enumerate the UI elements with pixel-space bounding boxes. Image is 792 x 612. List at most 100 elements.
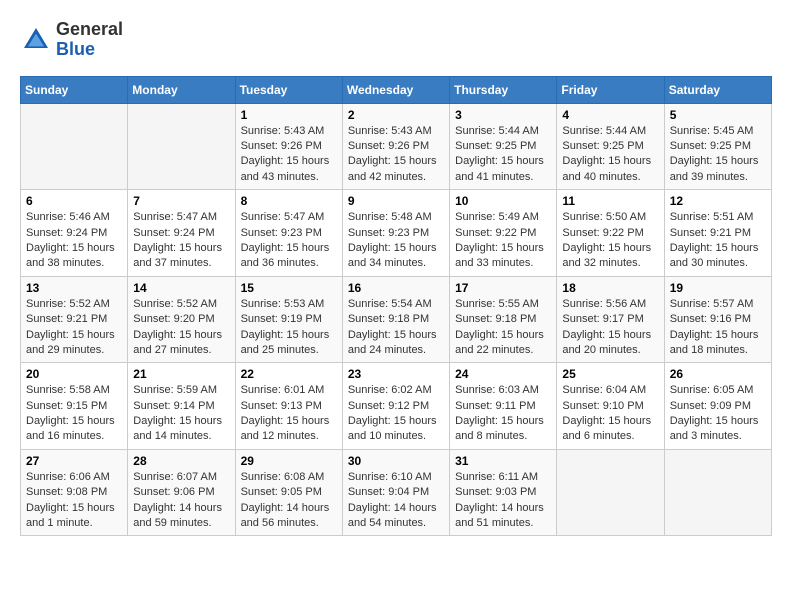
calendar-cell: 28Sunrise: 6:07 AM Sunset: 9:06 PM Dayli… bbox=[128, 449, 235, 536]
calendar-cell: 3Sunrise: 5:44 AM Sunset: 9:25 PM Daylig… bbox=[450, 103, 557, 190]
weekday-header-thursday: Thursday bbox=[450, 76, 557, 103]
day-info: Sunrise: 6:08 AM Sunset: 9:05 PM Dayligh… bbox=[241, 470, 337, 532]
calendar-cell: 7 Sunrise: 5:47 AM Sunset: 9:24 PM Daylig… bbox=[128, 190, 235, 277]
day-info: Sunrise: 6:10 AM Sunset: 9:04 PM Dayligh… bbox=[348, 470, 444, 532]
day-number: 16 bbox=[348, 281, 444, 295]
calendar-cell: 25Sunrise: 6:04 AM Sunset: 9:10 PM Dayli… bbox=[557, 363, 664, 450]
day-info: Sunrise: 5:43 AM Sunset: 9:26 PM Dayligh… bbox=[348, 124, 444, 186]
weekday-header-friday: Friday bbox=[557, 76, 664, 103]
calendar-cell: 15 Sunrise: 5:53 AM Sunset: 9:19 PM Dayli… bbox=[235, 276, 342, 363]
calendar-cell: 19 Sunrise: 5:57 AM Sunset: 9:16 PM Dayli… bbox=[664, 276, 771, 363]
day-number: 8 bbox=[241, 194, 337, 208]
calendar-cell: 21Sunrise: 5:59 AM Sunset: 9:14 PM Dayli… bbox=[128, 363, 235, 450]
day-number: 19 bbox=[670, 281, 766, 295]
day-number: 25 bbox=[562, 367, 658, 381]
day-info: Sunrise: 6:06 AM Sunset: 9:08 PM Dayligh… bbox=[26, 470, 122, 532]
day-number: 26 bbox=[670, 367, 766, 381]
calendar-cell bbox=[557, 449, 664, 536]
calendar-cell: 2 Sunrise: 5:43 AM Sunset: 9:26 PM Daylig… bbox=[342, 103, 449, 190]
day-info: Sunrise: 6:03 AM Sunset: 9:11 PM Dayligh… bbox=[455, 383, 551, 445]
day-number: 1 bbox=[241, 108, 337, 122]
day-info: Sunrise: 6:05 AM Sunset: 9:09 PM Dayligh… bbox=[670, 383, 766, 445]
calendar-cell: 1 Sunrise: 5:43 AM Sunset: 9:26 PM Daylig… bbox=[235, 103, 342, 190]
day-info: Sunrise: 5:53 AM Sunset: 9:19 PM Dayligh… bbox=[241, 297, 337, 359]
day-number: 15 bbox=[241, 281, 337, 295]
day-number: 23 bbox=[348, 367, 444, 381]
weekday-header-sunday: Sunday bbox=[21, 76, 128, 103]
day-number: 30 bbox=[348, 454, 444, 468]
calendar-cell: 24 Sunrise: 6:03 AM Sunset: 9:11 PM Dayli… bbox=[450, 363, 557, 450]
day-info: Sunrise: 5:55 AM Sunset: 9:18 PM Dayligh… bbox=[455, 297, 551, 359]
calendar-cell: 22 Sunrise: 6:01 AM Sunset: 9:13 PM Dayli… bbox=[235, 363, 342, 450]
day-number: 14 bbox=[133, 281, 229, 295]
day-info: Sunrise: 5:48 AM Sunset: 9:23 PM Dayligh… bbox=[348, 210, 444, 272]
calendar-cell: 13 Sunrise: 5:52 AM Sunset: 9:21 PM Dayli… bbox=[21, 276, 128, 363]
calendar-cell: 12 Sunrise: 5:51 AM Sunset: 9:21 PM Dayli… bbox=[664, 190, 771, 277]
day-number: 4 bbox=[562, 108, 658, 122]
calendar-table: SundayMondayTuesdayWednesdayThursdayFrid… bbox=[20, 76, 772, 537]
weekday-header-monday: Monday bbox=[128, 76, 235, 103]
calendar-cell bbox=[664, 449, 771, 536]
day-number: 27 bbox=[26, 454, 122, 468]
calendar-cell: 8 Sunrise: 5:47 AM Sunset: 9:23 PM Daylig… bbox=[235, 190, 342, 277]
day-number: 13 bbox=[26, 281, 122, 295]
calendar-cell: 29Sunrise: 6:08 AM Sunset: 9:05 PM Dayli… bbox=[235, 449, 342, 536]
day-number: 22 bbox=[241, 367, 337, 381]
calendar-cell: 10 Sunrise: 5:49 AM Sunset: 9:22 PM Dayli… bbox=[450, 190, 557, 277]
page-header: General Blue bbox=[20, 20, 772, 60]
day-info: Sunrise: 5:52 AM Sunset: 9:21 PM Dayligh… bbox=[26, 297, 122, 359]
day-info: Sunrise: 5:46 AM Sunset: 9:24 PM Dayligh… bbox=[26, 210, 122, 272]
day-info: Sunrise: 5:57 AM Sunset: 9:16 PM Dayligh… bbox=[670, 297, 766, 359]
calendar-cell: 16 Sunrise: 5:54 AM Sunset: 9:18 PM Dayli… bbox=[342, 276, 449, 363]
day-info: Sunrise: 5:50 AM Sunset: 9:22 PM Dayligh… bbox=[562, 210, 658, 272]
logo-icon bbox=[20, 24, 52, 56]
calendar-week-3: 13 Sunrise: 5:52 AM Sunset: 9:21 PM Dayli… bbox=[21, 276, 772, 363]
day-number: 2 bbox=[348, 108, 444, 122]
day-number: 3 bbox=[455, 108, 551, 122]
day-number: 6 bbox=[26, 194, 122, 208]
calendar-cell: 5 Sunrise: 5:45 AM Sunset: 9:25 PM Daylig… bbox=[664, 103, 771, 190]
day-info: Sunrise: 5:47 AM Sunset: 9:24 PM Dayligh… bbox=[133, 210, 229, 272]
calendar-cell bbox=[128, 103, 235, 190]
weekday-header-tuesday: Tuesday bbox=[235, 76, 342, 103]
day-number: 11 bbox=[562, 194, 658, 208]
calendar-cell bbox=[21, 103, 128, 190]
weekday-header-wednesday: Wednesday bbox=[342, 76, 449, 103]
calendar-cell: 6 Sunrise: 5:46 AM Sunset: 9:24 PM Daylig… bbox=[21, 190, 128, 277]
day-info: Sunrise: 5:49 AM Sunset: 9:22 PM Dayligh… bbox=[455, 210, 551, 272]
day-info: Sunrise: 5:45 AM Sunset: 9:25 PM Dayligh… bbox=[670, 124, 766, 186]
day-number: 24 bbox=[455, 367, 551, 381]
day-info: Sunrise: 5:43 AM Sunset: 9:26 PM Dayligh… bbox=[241, 124, 337, 186]
logo-text: General Blue bbox=[56, 20, 123, 60]
calendar-cell: 14 Sunrise: 5:52 AM Sunset: 9:20 PM Dayli… bbox=[128, 276, 235, 363]
day-info: Sunrise: 6:07 AM Sunset: 9:06 PM Dayligh… bbox=[133, 470, 229, 532]
day-number: 12 bbox=[670, 194, 766, 208]
day-number: 31 bbox=[455, 454, 551, 468]
day-info: Sunrise: 6:01 AM Sunset: 9:13 PM Dayligh… bbox=[241, 383, 337, 445]
calendar-cell: 23 Sunrise: 6:02 AM Sunset: 9:12 PM Dayli… bbox=[342, 363, 449, 450]
day-info: Sunrise: 5:51 AM Sunset: 9:21 PM Dayligh… bbox=[670, 210, 766, 272]
calendar-cell: 17Sunrise: 5:55 AM Sunset: 9:18 PM Dayli… bbox=[450, 276, 557, 363]
calendar-week-4: 20Sunrise: 5:58 AM Sunset: 9:15 PM Dayli… bbox=[21, 363, 772, 450]
day-info: Sunrise: 6:02 AM Sunset: 9:12 PM Dayligh… bbox=[348, 383, 444, 445]
logo: General Blue bbox=[20, 20, 123, 60]
weekday-header-saturday: Saturday bbox=[664, 76, 771, 103]
calendar-cell: 27 Sunrise: 6:06 AM Sunset: 9:08 PM Dayli… bbox=[21, 449, 128, 536]
day-info: Sunrise: 5:47 AM Sunset: 9:23 PM Dayligh… bbox=[241, 210, 337, 272]
day-info: Sunrise: 5:54 AM Sunset: 9:18 PM Dayligh… bbox=[348, 297, 444, 359]
calendar-cell: 31Sunrise: 6:11 AM Sunset: 9:03 PM Dayli… bbox=[450, 449, 557, 536]
calendar-cell: 9 Sunrise: 5:48 AM Sunset: 9:23 PM Daylig… bbox=[342, 190, 449, 277]
day-number: 5 bbox=[670, 108, 766, 122]
calendar-cell: 4 Sunrise: 5:44 AM Sunset: 9:25 PM Daylig… bbox=[557, 103, 664, 190]
calendar-week-2: 6 Sunrise: 5:46 AM Sunset: 9:24 PM Daylig… bbox=[21, 190, 772, 277]
day-number: 7 bbox=[133, 194, 229, 208]
day-number: 18 bbox=[562, 281, 658, 295]
calendar-week-5: 27 Sunrise: 6:06 AM Sunset: 9:08 PM Dayli… bbox=[21, 449, 772, 536]
calendar-cell: 20Sunrise: 5:58 AM Sunset: 9:15 PM Dayli… bbox=[21, 363, 128, 450]
day-info: Sunrise: 5:56 AM Sunset: 9:17 PM Dayligh… bbox=[562, 297, 658, 359]
day-info: Sunrise: 5:52 AM Sunset: 9:20 PM Dayligh… bbox=[133, 297, 229, 359]
day-info: Sunrise: 5:44 AM Sunset: 9:25 PM Dayligh… bbox=[562, 124, 658, 186]
day-info: Sunrise: 5:58 AM Sunset: 9:15 PM Dayligh… bbox=[26, 383, 122, 445]
day-number: 9 bbox=[348, 194, 444, 208]
day-number: 10 bbox=[455, 194, 551, 208]
